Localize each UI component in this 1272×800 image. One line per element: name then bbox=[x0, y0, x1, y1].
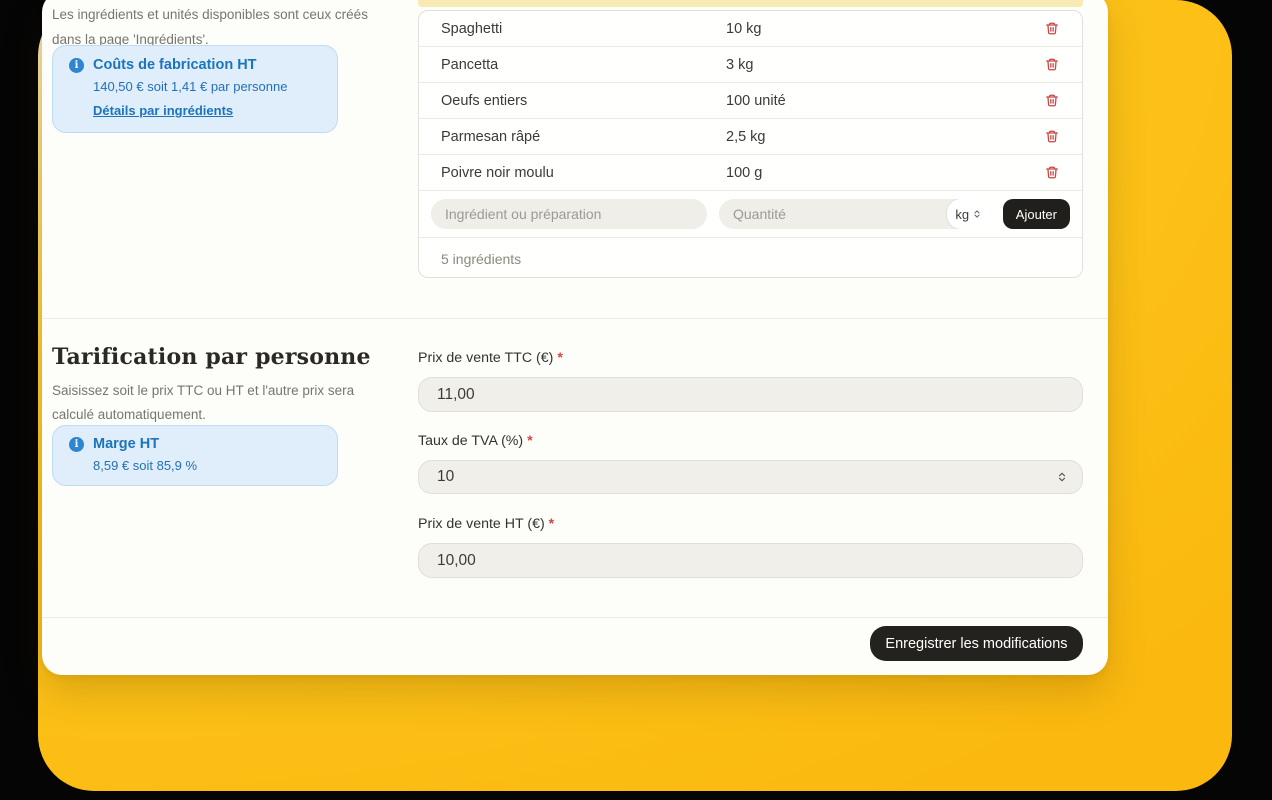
cost-infobox-detail: 140,50 € soit 1,41 € par personne bbox=[93, 79, 321, 94]
ingredient-quantity: 10 kg bbox=[726, 21, 1026, 37]
delete-ingredient-button[interactable] bbox=[1038, 159, 1066, 187]
table-row: Spaghetti 10 kg bbox=[419, 11, 1082, 47]
price-ht-input[interactable] bbox=[418, 543, 1083, 578]
pricing-section-title: Tarification par personne bbox=[52, 344, 371, 370]
delete-ingredient-button[interactable] bbox=[1038, 87, 1066, 115]
trash-icon bbox=[1045, 129, 1059, 144]
trash-icon bbox=[1045, 165, 1059, 180]
pricing-section-description: Saisissez soit le prix TTC ou HT et l'au… bbox=[52, 379, 364, 427]
ingredient-name: Parmesan râpé bbox=[441, 129, 726, 145]
required-asterisk: * bbox=[549, 516, 555, 532]
quantity-group: kg bbox=[719, 199, 991, 229]
save-button[interactable]: Enregistrer les modifications bbox=[870, 626, 1083, 661]
cost-details-link[interactable]: Détails par ingrédients bbox=[93, 103, 233, 118]
unit-select-value: kg bbox=[955, 207, 969, 222]
cutoff-highlighted-row bbox=[418, 0, 1083, 7]
ingredients-count: 5 ingrédients bbox=[419, 237, 1082, 278]
chevron-updown-icon bbox=[1056, 469, 1068, 485]
cost-infobox-title: Coûts de fabrication HT bbox=[93, 57, 257, 73]
price-ttc-input[interactable] bbox=[418, 377, 1083, 412]
trash-icon bbox=[1045, 21, 1059, 36]
tva-label: Taux de TVA (%) * bbox=[418, 433, 533, 449]
trash-icon bbox=[1045, 93, 1059, 108]
required-asterisk: * bbox=[557, 350, 563, 366]
quantity-input[interactable] bbox=[719, 199, 947, 229]
add-ingredient-row: kg Ajouter bbox=[419, 191, 1082, 237]
delete-ingredient-button[interactable] bbox=[1038, 123, 1066, 151]
delete-ingredient-button[interactable] bbox=[1038, 51, 1066, 79]
ingredient-quantity: 3 kg bbox=[726, 57, 1026, 73]
info-icon: i bbox=[69, 58, 84, 73]
trash-icon bbox=[1045, 57, 1059, 72]
delete-ingredient-button[interactable] bbox=[1038, 15, 1066, 43]
price-ttc-label-text: Prix de vente TTC (€) bbox=[418, 350, 553, 366]
ingredient-search-input[interactable] bbox=[431, 199, 707, 229]
info-icon: i bbox=[69, 437, 84, 452]
ingredient-quantity: 100 unité bbox=[726, 93, 1026, 109]
ingredient-name: Spaghetti bbox=[441, 21, 726, 37]
tva-select-value: 10 bbox=[437, 468, 454, 486]
price-ht-label: Prix de vente HT (€) * bbox=[418, 516, 554, 532]
table-row: Parmesan râpé 2,5 kg bbox=[419, 119, 1082, 155]
table-row: Oeufs entiers 100 unité bbox=[419, 83, 1082, 119]
ingredient-name: Oeufs entiers bbox=[441, 93, 726, 109]
footer-divider bbox=[42, 617, 1108, 618]
margin-infobox-title: Marge HT bbox=[93, 436, 159, 452]
page: Les ingrédients et unités disponibles so… bbox=[0, 0, 1272, 800]
required-asterisk: * bbox=[527, 433, 533, 449]
table-row: Pancetta 3 kg bbox=[419, 47, 1082, 83]
margin-infobox: i Marge HT 8,59 € soit 85,9 % bbox=[52, 425, 338, 486]
unit-select[interactable]: kg bbox=[946, 199, 991, 229]
margin-infobox-detail: 8,59 € soit 85,9 % bbox=[93, 458, 321, 473]
ingredient-quantity: 100 g bbox=[726, 165, 1026, 181]
fabrication-cost-infobox: i Coûts de fabrication HT 140,50 € soit … bbox=[52, 45, 338, 133]
tva-select[interactable]: 10 bbox=[418, 460, 1083, 494]
chevron-updown-icon bbox=[972, 207, 982, 221]
price-ht-label-text: Prix de vente HT (€) bbox=[418, 516, 545, 532]
price-ttc-label: Prix de vente TTC (€) * bbox=[418, 350, 563, 366]
ingredients-table: Spaghetti 10 kg Pancetta 3 kg Oeufs enti… bbox=[418, 10, 1083, 278]
ingredient-quantity: 2,5 kg bbox=[726, 129, 1026, 145]
ingredient-name: Pancetta bbox=[441, 57, 726, 73]
add-ingredient-button[interactable]: Ajouter bbox=[1003, 199, 1070, 229]
tva-label-text: Taux de TVA (%) bbox=[418, 433, 523, 449]
table-row: Poivre noir moulu 100 g bbox=[419, 155, 1082, 191]
ingredient-name: Poivre noir moulu bbox=[441, 165, 726, 181]
section-divider bbox=[42, 318, 1108, 319]
